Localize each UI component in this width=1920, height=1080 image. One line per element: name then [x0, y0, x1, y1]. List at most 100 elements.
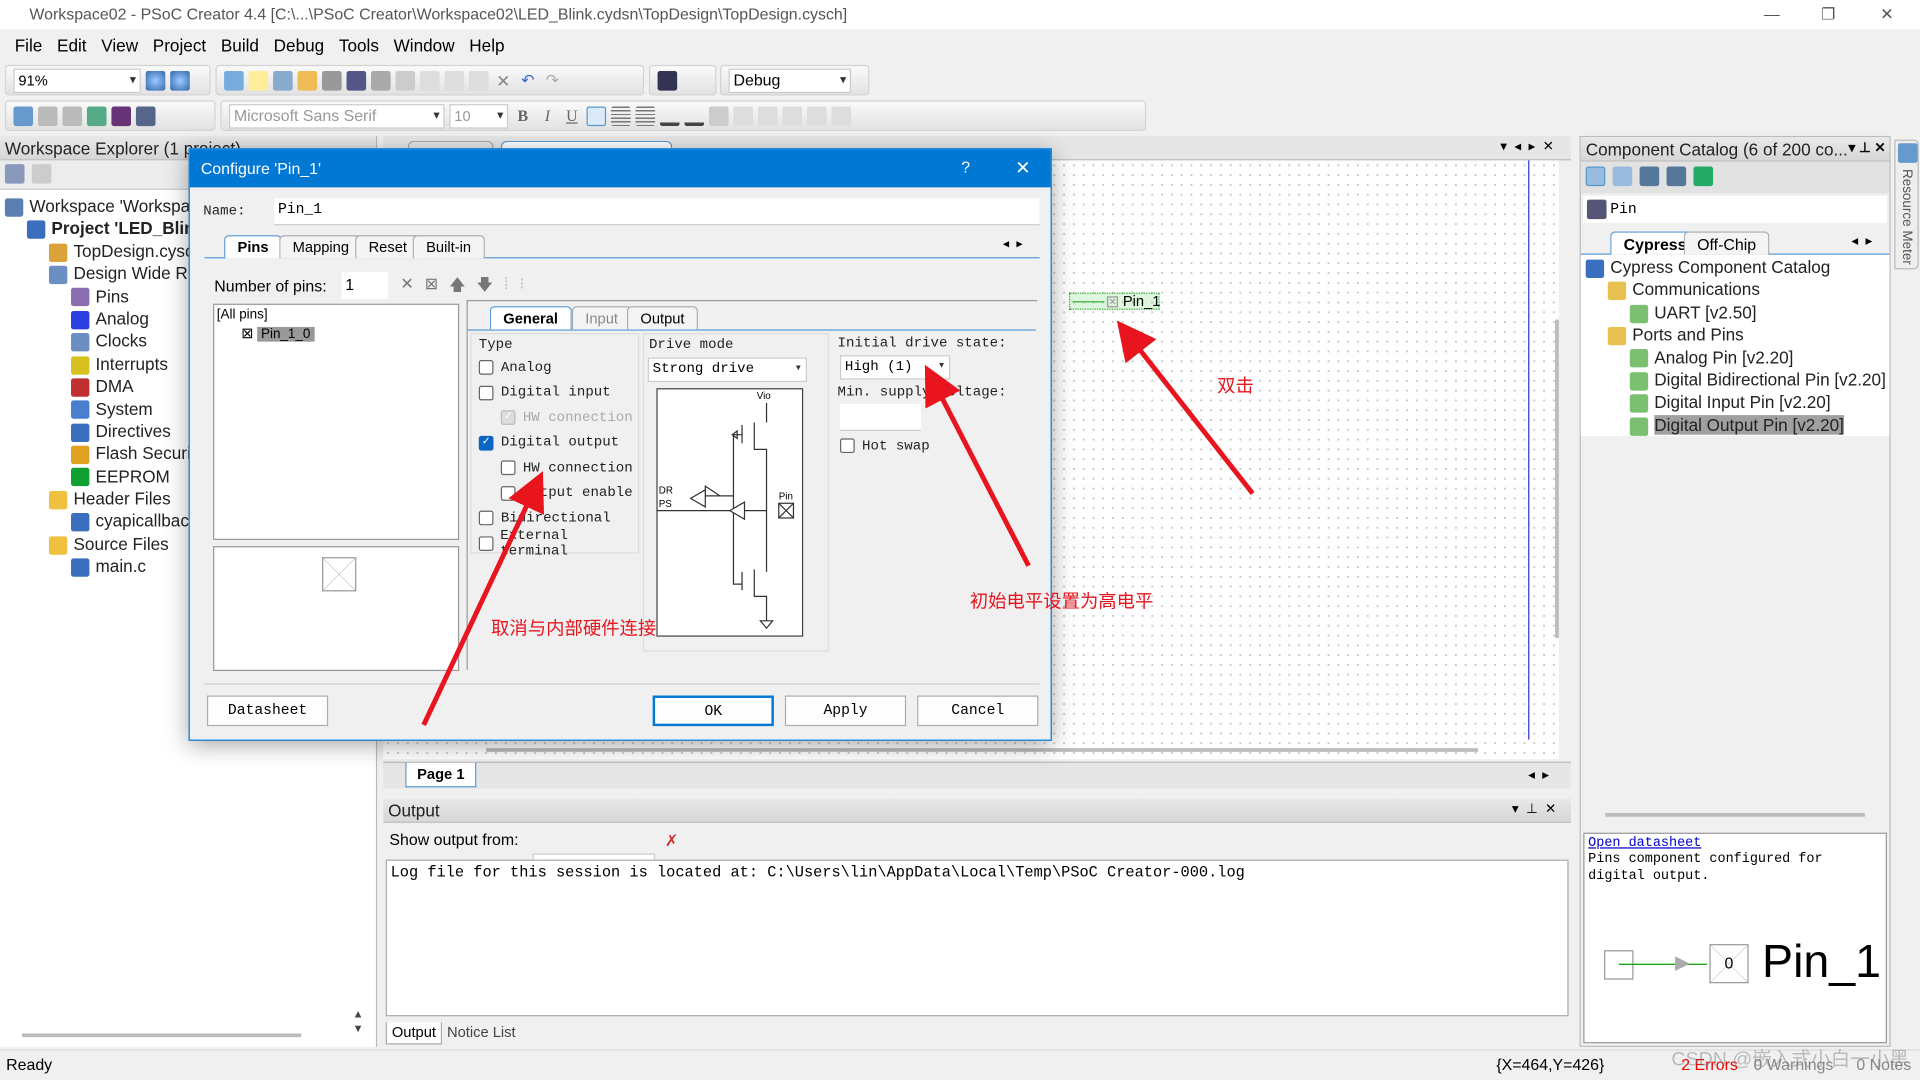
catalog-panel-controls[interactable]: ▾ ⊥ ✕ [1848, 140, 1885, 156]
edit-pin-icon[interactable]: ⊠ [425, 274, 438, 301]
group-icon[interactable] [757, 105, 778, 126]
hot-swap-checkbox[interactable]: Hot swap [840, 433, 930, 458]
catalog-tree-item[interactable]: Digital Input Pin [v2.20] [1581, 391, 1890, 414]
catalog-tree-item[interactable]: Communications [1581, 278, 1890, 301]
type-checkbox[interactable]: ✓ HW connection [479, 405, 638, 430]
checkbox-box[interactable] [478, 536, 493, 551]
canvas-v-scrollbar[interactable] [1555, 319, 1559, 638]
catalog-tree-item[interactable]: UART [v2.50] [1581, 301, 1890, 324]
type-checkbox[interactable]: ✓ Digital output [478, 430, 638, 455]
arrange-icon[interactable] [831, 105, 852, 126]
catalog-tree-item[interactable]: Digital Bidirectional Pin [v2.20] [1581, 369, 1890, 392]
delete-icon[interactable]: ✕ [493, 70, 513, 90]
clean-icon[interactable] [37, 105, 58, 126]
print-preview-icon[interactable] [395, 70, 416, 91]
checkbox-box[interactable] [478, 385, 494, 401]
catalog-tab-nav[interactable]: ◂▸ [1851, 233, 1879, 249]
filter-icon[interactable] [1585, 166, 1606, 187]
dialog-tab-nav[interactable]: ◂▸ [1003, 238, 1030, 251]
copy-files-icon[interactable] [86, 105, 107, 126]
flip-icon[interactable] [806, 105, 827, 126]
cancel-button[interactable]: Cancel [917, 695, 1039, 727]
build-config-combo[interactable]: Debug [728, 67, 852, 93]
page-tab[interactable]: Page 1 [405, 762, 477, 788]
ok-button[interactable]: OK [652, 695, 774, 727]
drive-mode-combo[interactable]: Strong drive [647, 357, 807, 383]
font-size-combo[interactable]: 10 [449, 103, 509, 128]
checkbox-box[interactable] [500, 460, 516, 476]
menu-edit[interactable]: Edit [50, 32, 94, 59]
pin-component[interactable]: ✕ Pin_1 [1068, 292, 1160, 310]
import-component-icon[interactable] [1693, 166, 1714, 187]
find-icon[interactable] [657, 70, 678, 91]
debug-bug-icon[interactable] [135, 105, 156, 126]
subtab-general[interactable]: General [489, 306, 572, 330]
clear-output-icon[interactable]: ✗ [665, 831, 678, 851]
dialog-close-button[interactable]: ✕ [1015, 157, 1030, 179]
close-button[interactable]: ✕ [1859, 0, 1915, 29]
catalog-tree-item[interactable]: Ports and Pins [1581, 323, 1890, 346]
catalog-tree-item[interactable]: Cypress Component Catalog [1581, 256, 1890, 279]
zoom-in-icon[interactable] [145, 70, 166, 91]
page-nav-icons[interactable]: ◂▸ [1528, 767, 1556, 783]
zoom-out-icon[interactable] [170, 70, 190, 91]
program-icon[interactable] [111, 105, 132, 126]
min-supply-input[interactable] [840, 404, 921, 432]
expand-all-icon[interactable] [1639, 166, 1660, 187]
resource-meter-tab[interactable]: Resource Meter [1894, 139, 1919, 270]
paste-icon[interactable] [468, 70, 489, 91]
checkbox-box[interactable] [500, 485, 516, 501]
subtab-output[interactable]: Output [626, 306, 698, 330]
new-file-icon[interactable] [248, 70, 269, 91]
clear-search-icon[interactable] [1586, 199, 1607, 220]
cut-icon[interactable] [420, 70, 440, 91]
workspace-toolbar-icon[interactable] [4, 164, 25, 184]
catalog-tree-item[interactable]: Digital Output Pin [v2.20] [1581, 414, 1890, 437]
horizontal-scrollbar[interactable] [22, 1033, 302, 1038]
menu-help[interactable]: Help [462, 32, 512, 59]
save-all-icon[interactable] [346, 70, 367, 91]
output-log[interactable]: Log file for this session is located at:… [385, 859, 1569, 1017]
save-icon[interactable] [322, 70, 342, 91]
new-project-icon[interactable] [224, 70, 244, 91]
pin-grid-icon[interactable]: ⁞ [504, 274, 508, 301]
menu-file[interactable]: File [7, 32, 49, 59]
tab-reset[interactable]: Reset [355, 235, 421, 259]
redo-icon[interactable]: ↷ [542, 70, 562, 90]
bold-button[interactable]: B [513, 106, 533, 126]
tab-notice-list[interactable]: Notice List [442, 1022, 520, 1044]
align-center-icon[interactable] [611, 105, 631, 126]
num-pins-input[interactable]: 1 [341, 271, 389, 299]
initial-state-combo[interactable]: High (1) [840, 355, 951, 380]
apply-button[interactable]: Apply [784, 695, 907, 727]
print-icon[interactable] [371, 70, 391, 91]
tab-output[interactable]: Output [385, 1022, 443, 1045]
align-left-icon[interactable] [586, 105, 607, 126]
open-icon[interactable] [297, 70, 318, 91]
line-color-icon[interactable] [684, 106, 705, 126]
maximize-button[interactable]: ❐ [1800, 0, 1856, 29]
type-checkbox[interactable]: Digital input [478, 380, 638, 405]
generate-icon[interactable] [62, 105, 83, 126]
all-pins-node[interactable]: [All pins] [214, 305, 458, 325]
ungroup-icon[interactable] [782, 105, 803, 126]
type-checkbox[interactable]: External terminal [478, 527, 638, 559]
tab-mapping[interactable]: Mapping [279, 235, 363, 259]
rotate-icon[interactable] [733, 105, 754, 126]
collapse-all-icon[interactable] [1666, 166, 1687, 187]
name-input[interactable]: Pin_1 [274, 198, 1040, 226]
checkbox-box[interactable] [478, 510, 494, 526]
subtab-input[interactable]: Input [571, 306, 632, 330]
catalog-search-input[interactable]: Pin [1583, 195, 1887, 223]
menu-tools[interactable]: Tools [332, 32, 387, 59]
italic-button[interactable]: I [538, 106, 558, 126]
collapse-all-icon[interactable] [31, 164, 52, 184]
catalog-h-scrollbar[interactable] [1605, 813, 1865, 817]
open-datasheet-link[interactable]: Open datasheet [1588, 836, 1882, 851]
underline-button[interactable]: U [562, 106, 582, 126]
catalog-book-icon[interactable] [1612, 166, 1633, 187]
canvas-h-scrollbar[interactable] [486, 748, 1478, 752]
align-right-icon[interactable] [635, 105, 656, 126]
scroll-arrows-icon[interactable]: ▲ ▼ [353, 1007, 364, 1036]
font-combo[interactable]: Microsoft Sans Serif [228, 103, 445, 128]
